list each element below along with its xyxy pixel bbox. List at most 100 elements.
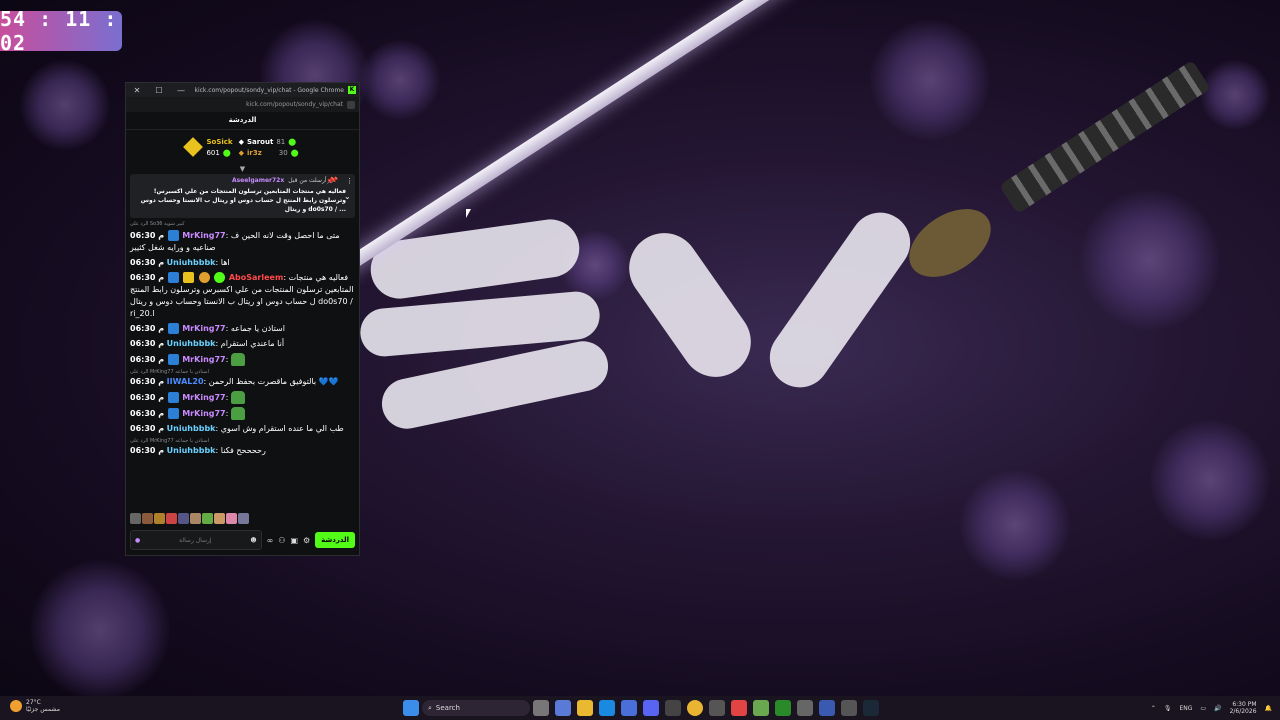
message-text: بالتوفيق ماقصرت بحفظ الرحمن 💙💙 bbox=[208, 377, 339, 386]
edge-icon[interactable] bbox=[599, 700, 615, 716]
users-icon[interactable]: ⚇ bbox=[278, 536, 285, 545]
weather-desc: مشمس جزئيًا bbox=[26, 706, 60, 713]
message-user[interactable]: Uniuhbbbk bbox=[167, 424, 216, 433]
windows-taskbar: 27°C مشمس جزئيًا ⌕ Search ⌃ 🎙 ENG ▭ 🔊 6:… bbox=[0, 696, 1280, 720]
chat-message-input[interactable]: ● إرسال رسالة ☻ bbox=[130, 530, 262, 550]
store-icon[interactable]: ▣ bbox=[290, 536, 298, 545]
chat-message: 06:30 م IIWAL20: بالتوفيق ماقصرت بحفظ ال… bbox=[130, 377, 339, 386]
app-icon[interactable] bbox=[819, 700, 835, 716]
notification-bell-icon[interactable]: 🔔 bbox=[1265, 705, 1272, 712]
maximize-icon[interactable]: ☐ bbox=[148, 86, 170, 95]
discord-icon[interactable] bbox=[643, 700, 659, 716]
extension-icon[interactable] bbox=[347, 100, 355, 109]
leader-name: ir3z bbox=[246, 148, 262, 157]
tray-chevron-icon[interactable]: ⌃ bbox=[1151, 705, 1156, 712]
chat-messages: الرد على So36 كبير شوية 06:30 م MrKing77… bbox=[126, 221, 359, 457]
emote-icon[interactable] bbox=[226, 513, 237, 524]
taskbar-search[interactable]: ⌕ Search bbox=[422, 700, 530, 716]
language-indicator[interactable]: ENG bbox=[1179, 705, 1192, 712]
input-placeholder: إرسال رسالة bbox=[179, 536, 212, 544]
emote-icon[interactable] bbox=[202, 513, 213, 524]
emote-icon[interactable] bbox=[190, 513, 201, 524]
mic-icon[interactable]: ● bbox=[135, 537, 140, 544]
message-user[interactable]: MrKing77 bbox=[182, 231, 225, 240]
message-user[interactable]: MrKing77 bbox=[182, 409, 225, 418]
send-chat-button[interactable]: الدردشة bbox=[315, 532, 355, 548]
emote-icon[interactable] bbox=[142, 513, 153, 524]
weather-sun-icon bbox=[10, 700, 22, 712]
address-bar[interactable]: kick.com/popout/sondy_vip/chat bbox=[126, 97, 359, 112]
kick-logo-icon: K bbox=[348, 86, 356, 94]
message-time: 06:30 م bbox=[130, 273, 165, 282]
start-windows-icon[interactable] bbox=[403, 700, 419, 716]
chrome-icon[interactable] bbox=[687, 700, 703, 716]
copilot-icon[interactable] bbox=[555, 700, 571, 716]
user-badge-icon bbox=[167, 323, 179, 334]
emote-icon[interactable] bbox=[214, 513, 225, 524]
task-view-icon[interactable] bbox=[533, 700, 549, 716]
settings-gear-icon[interactable]: ⚙ bbox=[303, 536, 310, 545]
mic-tray-icon[interactable]: 🎙 bbox=[1164, 705, 1172, 712]
emote-icon[interactable] bbox=[130, 513, 141, 524]
message-user[interactable]: Uniuhbbbk bbox=[167, 258, 216, 267]
app-icon[interactable] bbox=[665, 700, 681, 716]
minimize-icon[interactable]: — bbox=[170, 86, 192, 95]
volume-icon[interactable]: 🔊 bbox=[1214, 705, 1221, 712]
message-time: 06:30 م bbox=[130, 409, 165, 418]
emote-icon[interactable] bbox=[238, 513, 249, 524]
emote-icon[interactable] bbox=[178, 513, 189, 524]
weather-widget[interactable]: 27°C مشمس جزئيًا bbox=[10, 699, 60, 713]
reply-context: الرد على MrKing77 استاذن يا جماعه bbox=[130, 438, 209, 444]
leaderboard-entry-2[interactable]: ◆ Sarout 81 ⬤ bbox=[239, 138, 299, 146]
emote-quickbar bbox=[130, 513, 249, 524]
message-time: 06:30 م bbox=[130, 377, 165, 386]
emoji-icon[interactable]: ☻ bbox=[250, 537, 256, 544]
message-text: استاذن يا جماعه bbox=[230, 324, 285, 333]
store-app-icon[interactable] bbox=[621, 700, 637, 716]
app-icon[interactable] bbox=[753, 700, 769, 716]
chat-popout-window: ✕ ☐ — kick.com/popout/sondy_vip/chat - G… bbox=[125, 82, 360, 556]
app-icon[interactable] bbox=[797, 700, 813, 716]
unpin-icon[interactable]: 📌 bbox=[326, 177, 335, 185]
gift-leaderboard: SoSick 601 ⬤ ◆ Sarout 81 ⬤ ◆ ir3z 30 ⬤ bbox=[126, 130, 359, 164]
message-time: 06:30 م bbox=[130, 339, 165, 348]
leaderboard-entry-3[interactable]: ◆ ir3z 30 ⬤ bbox=[239, 149, 299, 157]
emote-icon[interactable] bbox=[166, 513, 177, 524]
more-options-icon[interactable]: ⋮ bbox=[346, 177, 353, 185]
message-user[interactable]: AboSarleem bbox=[229, 273, 283, 282]
message-user[interactable]: Uniuhbbbk bbox=[167, 339, 216, 348]
url-text: kick.com/popout/sondy_vip/chat bbox=[246, 101, 343, 108]
clock-time: 6:30 PM bbox=[1232, 701, 1257, 708]
message-user[interactable]: MrKing77 bbox=[182, 324, 225, 333]
file-explorer-icon[interactable] bbox=[577, 700, 593, 716]
close-icon[interactable]: ✕ bbox=[126, 86, 148, 95]
recorder-icon[interactable] bbox=[731, 700, 747, 716]
taskbar-clock[interactable]: 6:30 PM 2/6/2026 bbox=[1230, 701, 1257, 715]
leader-name: SoSick bbox=[206, 137, 233, 146]
xbox-icon[interactable] bbox=[775, 700, 791, 716]
emote-icon[interactable] bbox=[154, 513, 165, 524]
leaderboard-entry-1[interactable]: SoSick bbox=[206, 138, 232, 146]
expand-arrow-icon[interactable]: ▼ bbox=[126, 164, 359, 174]
user-badge-icon bbox=[167, 354, 179, 365]
weather-temp: 27°C bbox=[26, 699, 41, 706]
kick-gem-icon: ⬤ bbox=[288, 137, 297, 146]
pinned-message[interactable]: Aseelgamer72x أرسلت من قبل 📌 !فعاليه هي … bbox=[130, 174, 355, 218]
network-icon[interactable]: ▭ bbox=[1200, 705, 1206, 712]
app-icon[interactable] bbox=[841, 700, 857, 716]
chat-message: 06:30 م MrKing77: متى ما احصل وقت لانه ا… bbox=[130, 230, 340, 252]
verified-badge-icon bbox=[214, 272, 226, 283]
message-user[interactable]: Uniuhbbbk bbox=[167, 446, 216, 455]
message-time: 06:30 م bbox=[130, 258, 165, 267]
message-user[interactable]: MrKing77 bbox=[182, 393, 225, 402]
message-user[interactable]: MrKing77 bbox=[182, 355, 225, 364]
chat-message: 06:30 م Uniuhbbbk: طب الي ما عنده استقرا… bbox=[130, 424, 344, 433]
pepe-emote-icon bbox=[230, 353, 245, 366]
message-user[interactable]: IIWAL20 bbox=[167, 377, 204, 386]
steam-icon[interactable] bbox=[863, 700, 879, 716]
link-icon[interactable]: ∞ bbox=[267, 536, 274, 545]
chevron-down-icon[interactable]: ⌄ bbox=[344, 192, 351, 201]
reply-context: الرد على MrKing77 استاذن يا جماعه bbox=[130, 369, 209, 375]
chat-input-bar: ● إرسال رسالة ☻ ∞ ⚇ ▣ ⚙ الدردشة bbox=[126, 527, 359, 553]
obs-icon[interactable] bbox=[709, 700, 725, 716]
